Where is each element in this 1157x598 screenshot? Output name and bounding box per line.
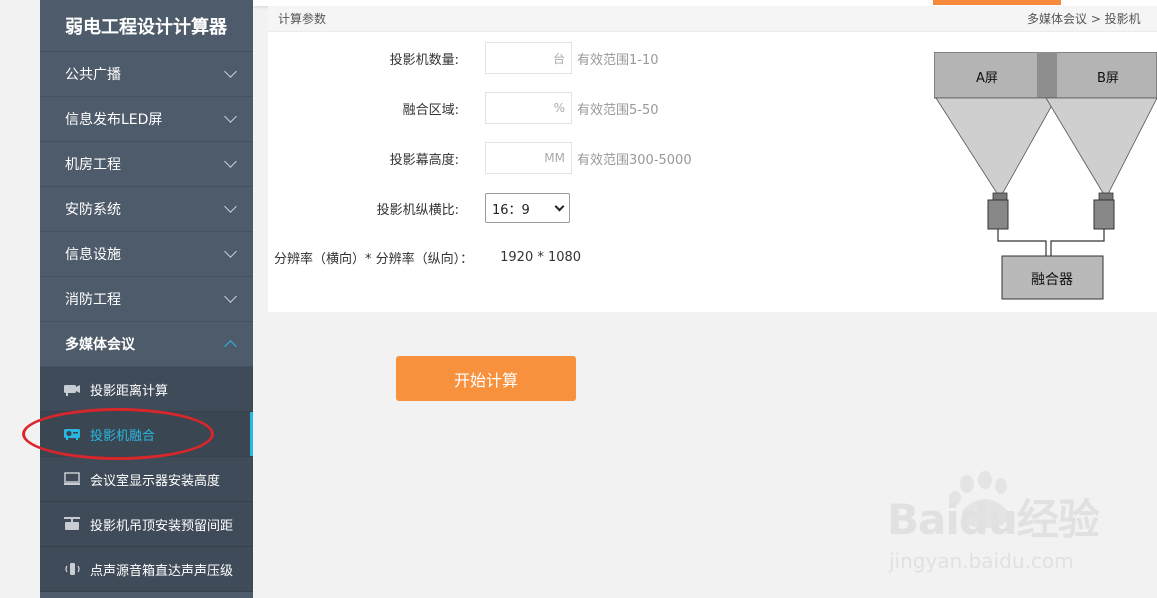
blend-zone <box>1037 52 1057 98</box>
watermark-url: jingyan.baidu.com <box>888 549 1074 573</box>
screen-b-label: B屏 <box>1097 71 1119 86</box>
sidebar-item-label: 信息发布LED屏 <box>65 112 163 128</box>
chevron-down-icon <box>224 245 237 258</box>
red-annotation-ellipse <box>22 408 214 460</box>
calc-panel: 计算参数 多媒体会议 > 投影机 投影机数量: 台 有效范围1-10 融合区域:… <box>268 6 1157 312</box>
baidu-jingyan-watermark: Baidu经验 jingyan.baidu.com <box>887 471 1101 573</box>
aspect-ratio-value: 16：9 <box>492 202 530 218</box>
cable-b <box>1050 229 1105 256</box>
chevron-up-icon <box>224 340 237 353</box>
sidebar-item-server-room[interactable]: 机房工程 <box>40 142 253 187</box>
panel-header: 计算参数 多媒体会议 > 投影机 <box>268 6 1157 32</box>
screen-height-hint: 有效范围300-5000 <box>577 152 692 168</box>
blend-area-input[interactable]: % <box>485 92 572 124</box>
monitor-icon <box>62 472 82 486</box>
panel-title: 计算参数 <box>278 12 327 26</box>
start-calculate-button[interactable]: 开始计算 <box>396 356 576 401</box>
chevron-down-icon <box>224 290 237 303</box>
resolution-row: 分辨率（横向）* 分辨率（纵向）： 1920 * 1080 <box>274 248 581 267</box>
sidebar-subitem-projection-distance[interactable]: 投影距离计算 <box>40 367 253 412</box>
sidebar-subitem-label: 会议室显示器安装高度 <box>90 473 221 489</box>
sidebar-item-label: 机房工程 <box>65 157 121 173</box>
sidebar-item-multimedia[interactable]: 多媒体会议 <box>40 322 253 367</box>
blend-area-row: 融合区域: % 有效范围5-50 <box>268 92 659 124</box>
cable-a <box>997 229 1047 256</box>
aspect-ratio-select[interactable]: 16：9 <box>485 193 570 223</box>
screen-a-label: A屏 <box>976 71 998 86</box>
projector-count-label: 投影机数量: <box>389 52 459 68</box>
sidebar-item-label: 信息设施 <box>65 247 121 263</box>
blend-area-label: 融合区域: <box>402 102 459 118</box>
projector-count-unit: 台 <box>552 51 565 66</box>
screen-height-label: 投影幕高度: <box>389 152 459 168</box>
chevron-down-icon <box>224 155 237 168</box>
sidebar-subitem-speaker-spl[interactable]: 点声源音箱直达声声压级 <box>40 547 253 592</box>
sidebar-item-security[interactable]: 安防系统 <box>40 187 253 232</box>
sidebar-title: 弱电工程设计计算器 <box>40 0 253 52</box>
aspect-ratio-label: 投影机纵横比: <box>376 202 459 218</box>
ceiling-projector-icon <box>62 517 82 531</box>
projector-count-input[interactable]: 台 <box>485 42 572 74</box>
aspect-ratio-row: 投影机纵横比: 16：9 <box>268 193 570 223</box>
sidebar-item-label: 多媒体会议 <box>65 337 135 353</box>
chevron-down-icon <box>554 201 565 211</box>
blend-area-hint: 有效范围5-50 <box>577 102 659 118</box>
sidebar: 弱电工程设计计算器 公共广播 信息发布LED屏 机房工程 安防系统 信息设施 消… <box>40 0 253 598</box>
top-accent-bar <box>933 0 1061 5</box>
blender-label: 融合器 <box>1031 272 1073 288</box>
breadcrumb[interactable]: 多媒体会议 > 投影机 <box>1027 10 1157 27</box>
sidebar-item-label: 公共广播 <box>65 67 121 83</box>
sidebar-subitem-label: 投影机吊顶安装预留间距 <box>90 518 234 534</box>
sidebar-item-fire-protection[interactable]: 消防工程 <box>40 277 253 322</box>
projector-count-row: 投影机数量: 台 有效范围1-10 <box>268 42 659 74</box>
projection-beam-b <box>1045 97 1157 199</box>
sidebar-subitem-ceiling-spacing[interactable]: 投影机吊顶安装预留间距 <box>40 502 253 547</box>
resolution-label: 分辨率（横向）* 分辨率（纵向）： <box>274 252 474 267</box>
baidu-jingyan-logo-text: Baidu经验 <box>887 495 1100 544</box>
resolution-value: 1920 * 1080 <box>500 250 582 265</box>
screen-height-row: 投影幕高度: MM 有效范围300-5000 <box>268 142 692 174</box>
screen-height-unit: MM <box>544 151 565 165</box>
projector-camera-icon <box>62 382 82 396</box>
projector-count-hint: 有效范围1-10 <box>577 52 659 68</box>
sidebar-item-public-broadcast[interactable]: 公共广播 <box>40 52 253 97</box>
sidebar-item-led-screen[interactable]: 信息发布LED屏 <box>40 97 253 142</box>
blend-area-unit: % <box>553 101 565 115</box>
chevron-down-icon <box>224 110 237 123</box>
chevron-down-icon <box>224 65 237 78</box>
speaker-icon <box>62 562 82 576</box>
sidebar-item-label: 消防工程 <box>65 292 121 308</box>
screen-height-input[interactable]: MM <box>485 142 572 174</box>
sidebar-item-label: 安防系统 <box>65 202 121 218</box>
projector-blend-diagram: A屏 B屏 融合器 <box>934 52 1157 300</box>
projector-a <box>987 199 1009 230</box>
sidebar-item-info-facilities[interactable]: 信息设施 <box>40 232 253 277</box>
sidebar-subitem-label: 投影距离计算 <box>90 383 169 399</box>
sidebar-subitem-label: 点声源音箱直达声声压级 <box>90 563 234 579</box>
sidebar-subitem-monitor-height[interactable]: 会议室显示器安装高度 <box>40 457 253 502</box>
projection-beam-a <box>935 97 1057 199</box>
projector-b <box>1093 199 1115 230</box>
chevron-down-icon <box>224 200 237 213</box>
